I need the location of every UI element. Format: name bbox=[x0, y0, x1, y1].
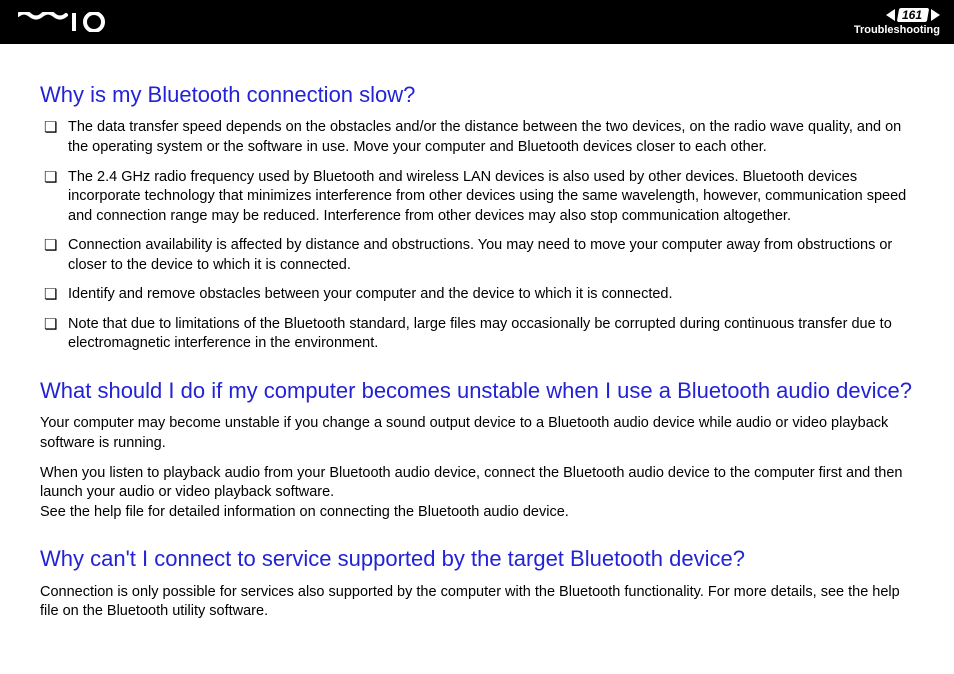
list-item: The 2.4 GHz radio frequency used by Blue… bbox=[40, 168, 922, 227]
page-content: Why is my Bluetooth connection slow? The… bbox=[0, 44, 954, 622]
list-item: Note that due to limitations of the Blue… bbox=[40, 315, 922, 354]
answer-paragraph: When you listen to playback audio from y… bbox=[40, 464, 922, 523]
question-heading: Why can't I connect to service supported… bbox=[40, 546, 922, 572]
next-page-icon[interactable] bbox=[931, 9, 940, 21]
prev-page-icon[interactable] bbox=[886, 9, 895, 21]
question-heading: What should I do if my computer becomes … bbox=[40, 378, 922, 404]
question-heading: Why is my Bluetooth connection slow? bbox=[40, 82, 922, 108]
page-number-badge: 161 bbox=[897, 8, 929, 22]
vaio-logo bbox=[18, 12, 110, 32]
list-item: Identify and remove obstacles between yo… bbox=[40, 285, 922, 305]
answer-paragraph: Your computer may become unstable if you… bbox=[40, 414, 922, 453]
list-item: Connection availability is affected by d… bbox=[40, 236, 922, 275]
header-right: 161 Troubleshooting bbox=[854, 8, 940, 36]
answer-list: The data transfer speed depends on the o… bbox=[40, 118, 922, 354]
page-navigator: 161 bbox=[886, 8, 940, 22]
section-label: Troubleshooting bbox=[854, 24, 940, 36]
answer-paragraph: Connection is only possible for services… bbox=[40, 583, 922, 622]
list-item: The data transfer speed depends on the o… bbox=[40, 118, 922, 157]
page-header: 161 Troubleshooting bbox=[0, 0, 954, 44]
